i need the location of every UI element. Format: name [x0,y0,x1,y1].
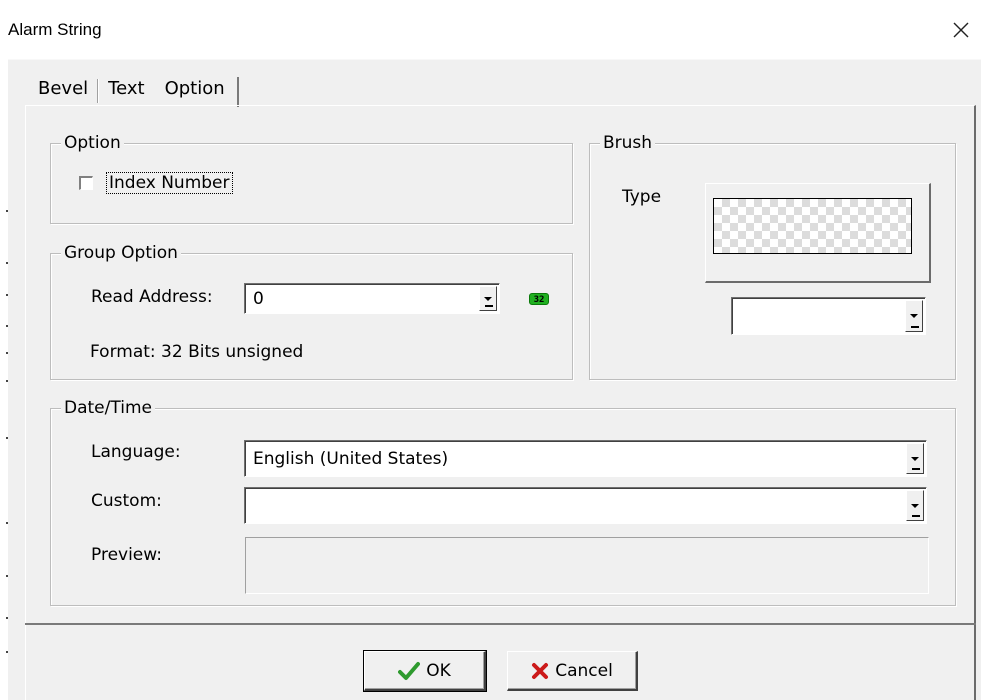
window-title: Alarm String [8,20,102,39]
chevron-down-icon[interactable] [906,443,924,474]
tab-option[interactable]: Option [155,75,239,107]
brush-group-legend: Brush [600,133,656,153]
index-number-checkbox[interactable] [79,176,93,190]
ok-label: OK [426,660,451,681]
panel-bottom-divider [25,623,976,625]
brush-type-button[interactable] [705,183,931,283]
datetime-group-legend: Date/Time [61,398,155,418]
language-label: Language: [91,442,181,462]
index-number-label[interactable]: Index Number [106,172,233,194]
option-group-legend: Option [61,133,124,153]
preview-label: Preview: [91,545,162,565]
close-button[interactable] [941,10,981,50]
ok-button[interactable]: OK [363,650,487,692]
read-address-value: 0 [253,288,264,309]
title-bar: Alarm String [8,0,981,60]
cancel-label: Cancel [555,660,613,681]
language-value: English (United States) [253,448,449,469]
checkmark-icon [398,661,421,680]
format-text: Format: 32 Bits unsigned [90,342,304,362]
tab-strip: Bevel Text Option [28,71,239,107]
group-option-legend: Group Option [61,243,181,263]
custom-select[interactable] [244,487,927,524]
tab-text[interactable]: Text [98,75,154,105]
custom-label: Custom: [91,491,162,511]
preview-box [245,537,929,594]
brush-type-label: Type [622,187,662,207]
chevron-down-icon[interactable] [905,300,923,332]
read-address-label: Read Address: [91,287,213,307]
chevron-down-icon[interactable] [906,490,924,521]
cancel-button[interactable]: Cancel [507,651,638,691]
checkerboard-pattern-icon [713,198,912,254]
brush-select[interactable] [731,297,926,335]
chevron-down-icon[interactable] [479,286,497,311]
language-select[interactable]: English (United States) [244,440,927,477]
tab-bevel[interactable]: Bevel [28,75,99,105]
close-icon [953,22,969,38]
read-address-select[interactable]: 0 [244,283,500,314]
x-icon [532,662,549,679]
32-bit-badge-icon[interactable]: 32 [529,293,549,305]
